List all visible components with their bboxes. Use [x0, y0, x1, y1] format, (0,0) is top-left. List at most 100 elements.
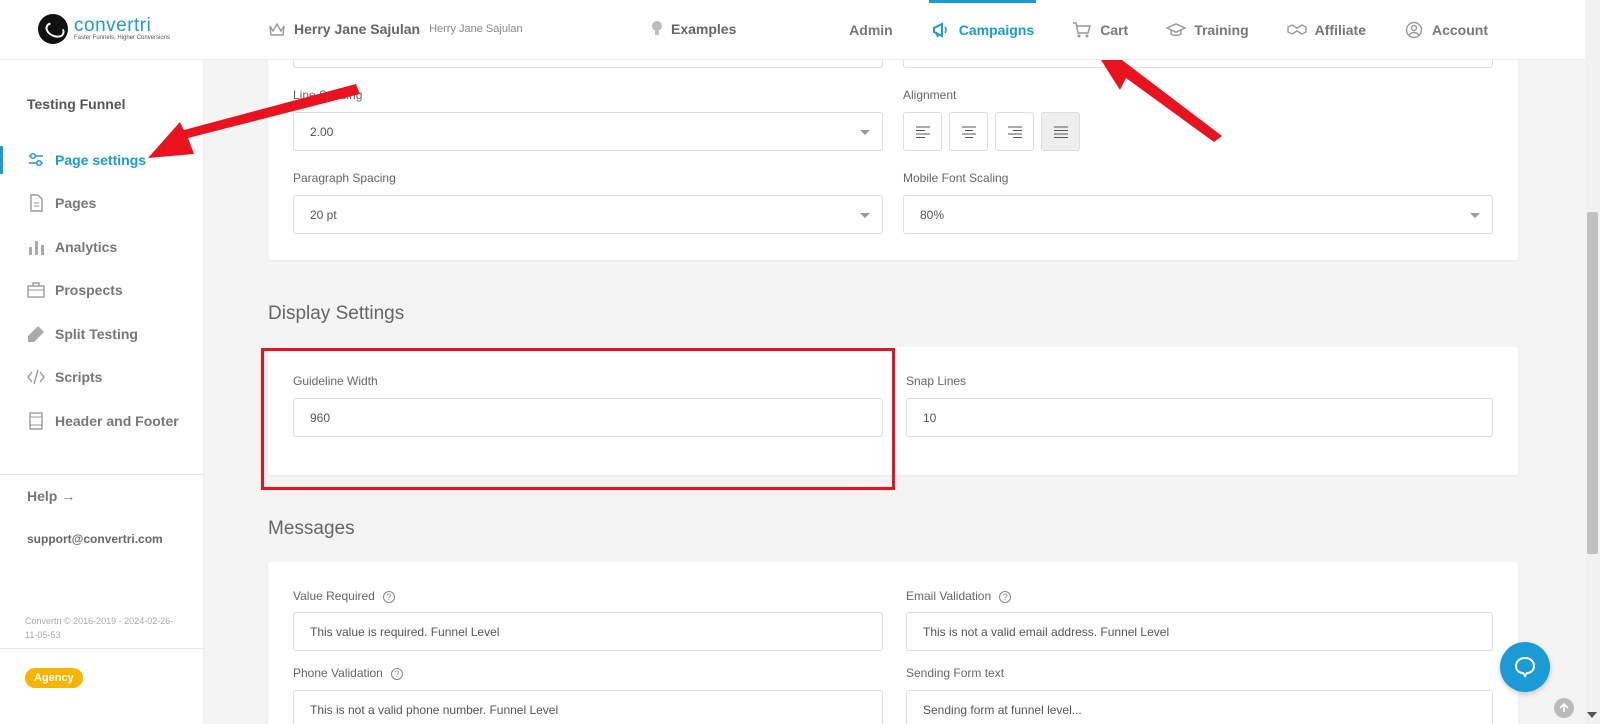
- page-scrollbar[interactable]: [1585, 0, 1600, 724]
- sidebar-item-label: Pages: [55, 195, 97, 212]
- examples-link[interactable]: Examples: [650, 20, 736, 38]
- funnel-title: Testing Funnel: [27, 96, 126, 112]
- document-icon: [30, 194, 43, 212]
- line-spacing-select[interactable]: 2.00: [293, 112, 883, 151]
- sidebar-menu: Page settings Pages Analytics Prospects …: [0, 138, 204, 443]
- sidebar-item-label: Analytics: [55, 238, 118, 255]
- help-label: Help: [27, 488, 58, 504]
- annotation-highlight-box: [261, 348, 895, 490]
- sidebar-divider: [0, 648, 204, 649]
- align-center-icon: [961, 126, 976, 138]
- user-name: Herry Jane Sajulan: [294, 21, 421, 37]
- chat-bubble-icon: [1514, 656, 1536, 678]
- align-right-icon: [1007, 126, 1022, 138]
- chat-button[interactable]: [1500, 642, 1550, 692]
- paragraph-spacing-select[interactable]: 20 pt: [293, 195, 883, 234]
- nav-admin[interactable]: Admin: [849, 0, 893, 60]
- value-required-label: Value Required?: [293, 589, 395, 603]
- arrow-right-icon: →: [61, 488, 76, 504]
- sidebar: Testing Funnel Page settings Pages Analy…: [0, 60, 204, 724]
- handshake-icon: [1286, 24, 1307, 35]
- phone-validation-label: Phone Validation?: [293, 666, 403, 680]
- align-justify-icon: [1053, 126, 1068, 138]
- snap-lines-input[interactable]: 10: [906, 398, 1493, 437]
- agency-badge: Agency: [25, 668, 83, 688]
- sidebar-item-page-settings[interactable]: Page settings: [0, 138, 204, 182]
- sidebar-item-header-and-footer[interactable]: Header and Footer: [0, 399, 204, 443]
- sidebar-item-label: Header and Footer: [55, 412, 179, 429]
- align-left-button[interactable]: [903, 112, 942, 151]
- sidebar-item-label: Prospects: [55, 282, 123, 299]
- nav-cart-label: Cart: [1100, 22, 1129, 38]
- sidebar-item-split-testing[interactable]: Split Testing: [0, 312, 204, 356]
- scroll-top-button[interactable]: [1554, 698, 1574, 718]
- support-email[interactable]: support@convertri.com: [27, 532, 163, 546]
- logo-name: convertri: [74, 15, 152, 36]
- mobile-font-scaling-label: Mobile Font Scaling: [903, 171, 1009, 185]
- nav-training-label: Training: [1194, 22, 1249, 38]
- crown-icon: [269, 22, 285, 36]
- sidebar-item-analytics[interactable]: Analytics: [0, 225, 204, 269]
- paragraph-spacing-label: Paragraph Spacing: [293, 171, 396, 185]
- scroll-down-icon[interactable]: [1587, 712, 1597, 718]
- lightbulb-icon: [652, 21, 662, 35]
- nav-admin-label: Admin: [849, 22, 893, 38]
- nav-account[interactable]: Account: [1404, 0, 1488, 60]
- value-required-input[interactable]: This value is required. Funnel Level: [293, 612, 883, 651]
- logo-tagline: Faster Funnels, Higher Conversions: [74, 35, 171, 41]
- user-circle-icon: [1405, 21, 1423, 39]
- user-menu[interactable]: Herry Jane Sajulan Herry Jane Sajulan: [268, 20, 523, 38]
- typography-card: Line Spacing 2.00 Alignment Paragraph Sp…: [268, 26, 1518, 260]
- align-right-button[interactable]: [995, 112, 1034, 151]
- snap-lines-label: Snap Lines: [906, 374, 967, 388]
- flask-icon: [28, 325, 44, 342]
- sending-form-label: Sending Form text: [906, 666, 1005, 680]
- mobile-font-scaling-select[interactable]: 80%: [903, 195, 1493, 234]
- align-left-icon: [915, 126, 930, 138]
- nav-affiliate[interactable]: Affiliate: [1286, 0, 1366, 60]
- code-icon: [27, 370, 45, 385]
- main-nav: Admin Campaigns Cart Training Affiliate …: [811, 0, 1488, 60]
- nav-account-label: Account: [1432, 22, 1488, 38]
- phone-validation-input[interactable]: This is not a valid phone number. Funnel…: [293, 690, 883, 724]
- logo-mark-icon: [38, 14, 68, 44]
- help-icon[interactable]: ?: [382, 591, 395, 603]
- help-icon[interactable]: ?: [999, 591, 1012, 603]
- align-justify-button[interactable]: [1041, 112, 1080, 151]
- sidebar-divider: [0, 474, 204, 475]
- sending-form-input[interactable]: Sending form at funnel level...: [906, 690, 1493, 724]
- email-validation-input[interactable]: This is not a valid email address. Funne…: [906, 612, 1493, 651]
- messages-card: Value Required? This value is required. …: [268, 562, 1518, 724]
- bar-chart-icon: [29, 240, 44, 255]
- help-link[interactable]: Help →: [27, 488, 75, 504]
- nav-cart[interactable]: Cart: [1072, 0, 1128, 60]
- nav-campaigns-label: Campaigns: [958, 22, 1035, 38]
- scrollbar-thumb[interactable]: [1587, 212, 1598, 554]
- sidebar-item-prospects[interactable]: Prospects: [0, 269, 204, 313]
- megaphone-icon: [932, 22, 947, 38]
- email-validation-label: Email Validation?: [906, 589, 1012, 603]
- copyright: Convertri © 2016-2019 - 2024-02-26-11-05…: [25, 616, 174, 640]
- top-bar: convertri Faster Funnels, Higher Convers…: [0, 0, 1585, 60]
- layout-icon: [29, 412, 43, 430]
- sidebar-item-label: Split Testing: [55, 325, 138, 342]
- nav-campaigns[interactable]: Campaigns: [928, 0, 1037, 60]
- sliders-icon: [29, 152, 43, 166]
- graduation-cap-icon: [1166, 23, 1187, 37]
- nav-training[interactable]: Training: [1166, 0, 1249, 60]
- align-center-button[interactable]: [949, 112, 988, 151]
- cart-icon: [1073, 22, 1092, 38]
- messages-title: Messages: [268, 518, 355, 539]
- help-icon[interactable]: ?: [390, 668, 403, 680]
- sidebar-item-scripts[interactable]: Scripts: [0, 356, 204, 400]
- briefcase-icon: [27, 282, 45, 298]
- line-spacing-label: Line Spacing: [293, 88, 363, 102]
- nav-affiliate-label: Affiliate: [1314, 22, 1366, 38]
- sidebar-item-pages[interactable]: Pages: [0, 182, 204, 226]
- sidebar-item-label: Page settings: [55, 151, 147, 168]
- examples-label: Examples: [671, 21, 737, 37]
- convertri-logo[interactable]: convertri Faster Funnels, Higher Convers…: [38, 14, 170, 44]
- arrow-up-icon: [1559, 703, 1569, 712]
- user-subtitle: Herry Jane Sajulan: [429, 23, 523, 35]
- sidebar-item-label: Scripts: [55, 369, 103, 386]
